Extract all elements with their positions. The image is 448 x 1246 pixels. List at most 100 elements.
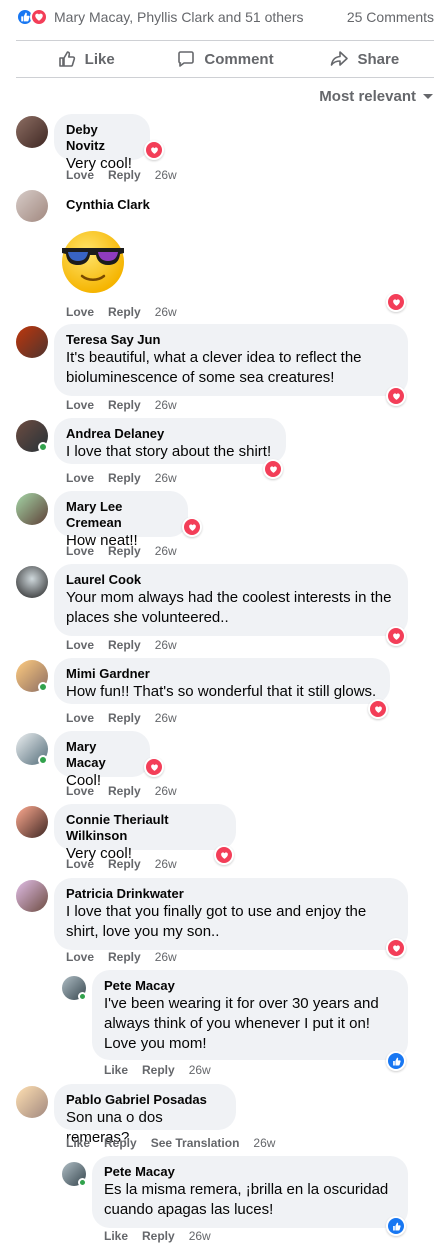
- comment-author[interactable]: Pete Macay: [104, 978, 396, 994]
- comment-author[interactable]: Mimi Gardner: [66, 666, 378, 682]
- comment-meta: Love Reply 26w: [66, 711, 177, 725]
- comment-time[interactable]: 26w: [253, 1136, 275, 1150]
- comment-meta: Love Reply 26w: [66, 950, 177, 964]
- comment-text-line: I've been wearing it for over 30 years a…: [104, 995, 379, 1012]
- comment-time[interactable]: 26w: [155, 168, 177, 182]
- avatar[interactable]: [16, 1086, 48, 1118]
- reply-link[interactable]: Reply: [108, 857, 141, 871]
- love-reaction-badge[interactable]: [144, 140, 164, 160]
- reaction-names[interactable]: Mary Macay, Phyllis Clark and 51 others: [54, 9, 347, 25]
- like-link[interactable]: Like: [104, 1229, 128, 1243]
- avatar[interactable]: [16, 880, 48, 912]
- like-link[interactable]: Like: [104, 1063, 128, 1077]
- love-reaction-badge[interactable]: [386, 626, 406, 646]
- comment-label: Comment: [204, 50, 274, 68]
- love-link[interactable]: Love: [66, 398, 94, 412]
- reply-link[interactable]: Reply: [108, 784, 141, 798]
- comment-meta: Love Reply 26w: [66, 471, 177, 485]
- reaction-icons: [16, 8, 48, 26]
- like-reaction-badge[interactable]: [386, 1051, 406, 1071]
- reply-link[interactable]: Reply: [142, 1063, 175, 1077]
- comment-button[interactable]: Comment: [155, 41, 294, 77]
- comment-bubble: Pete Macay Es la misma remera, ¡brilla e…: [92, 1156, 408, 1228]
- like-link[interactable]: Like: [66, 1136, 90, 1150]
- reply-link[interactable]: Reply: [108, 544, 141, 558]
- reply-link[interactable]: Reply: [142, 1229, 175, 1243]
- comment-time[interactable]: 26w: [155, 857, 177, 871]
- comment-bubble: Pablo Gabriel Posadas Son una o dos reme…: [54, 1084, 236, 1146]
- love-link[interactable]: Love: [66, 711, 94, 725]
- reply-link[interactable]: Reply: [108, 950, 141, 964]
- sort-label: Most relevant: [319, 88, 416, 105]
- comment-meta: Love Reply 26w: [66, 544, 177, 558]
- love-reaction-badge[interactable]: [144, 757, 164, 777]
- comment-time[interactable]: 26w: [155, 471, 177, 485]
- reply-link[interactable]: Reply: [108, 305, 141, 319]
- comment-author[interactable]: Connie Theriault Wilkinson: [66, 812, 224, 844]
- comments-count[interactable]: 25 Comments: [347, 9, 434, 25]
- comment-time[interactable]: 26w: [189, 1229, 211, 1243]
- comment-author[interactable]: Patricia Drinkwater: [66, 886, 396, 902]
- love-link[interactable]: Love: [66, 305, 94, 319]
- avatar[interactable]: [16, 116, 48, 148]
- reply-link[interactable]: Reply: [108, 638, 141, 652]
- love-reaction-badge[interactable]: [263, 459, 283, 479]
- love-link[interactable]: Love: [66, 857, 94, 871]
- see-translation-link[interactable]: See Translation: [151, 1136, 240, 1150]
- like-reaction-badge[interactable]: [386, 1216, 406, 1236]
- share-icon: [331, 51, 349, 66]
- reply-link[interactable]: Reply: [108, 398, 141, 412]
- comment-time[interactable]: 26w: [189, 1063, 211, 1077]
- comment-time[interactable]: 26w: [155, 305, 177, 319]
- love-link[interactable]: Love: [66, 950, 94, 964]
- comment-bubble: Patricia Drinkwater I love that you fina…: [54, 878, 408, 950]
- comment-meta: Like Reply See Translation 26w: [66, 1136, 275, 1150]
- avatar[interactable]: [16, 806, 48, 838]
- comment-meta: Love Reply 26w: [66, 784, 177, 798]
- reply-link[interactable]: Reply: [108, 471, 141, 485]
- love-link[interactable]: Love: [66, 784, 94, 798]
- comment-time[interactable]: 26w: [155, 950, 177, 964]
- avatar[interactable]: [16, 566, 48, 598]
- comment-time[interactable]: 26w: [155, 638, 177, 652]
- comment-author[interactable]: Laurel Cook: [66, 572, 396, 588]
- comment-author[interactable]: Deby Novitz: [66, 122, 138, 154]
- comment-author[interactable]: Andrea Delaney: [66, 426, 274, 442]
- comment-text-line: Es la misma remera, ¡brilla en la oscuri…: [104, 1181, 389, 1198]
- comment-author[interactable]: Mary Macay: [66, 739, 138, 771]
- comment-time[interactable]: 26w: [155, 711, 177, 725]
- love-link[interactable]: Love: [66, 168, 94, 182]
- avatar[interactable]: [16, 190, 48, 222]
- comment-time[interactable]: 26w: [155, 544, 177, 558]
- reactions-summary[interactable]: Mary Macay, Phyllis Clark and 51 others …: [16, 0, 434, 34]
- love-reaction-badge[interactable]: [368, 699, 388, 719]
- like-button[interactable]: Like: [16, 41, 155, 77]
- comment-author[interactable]: Cynthia Clark: [66, 197, 150, 213]
- comment-meta: Love Reply 26w: [66, 305, 177, 319]
- comment-time[interactable]: 26w: [155, 784, 177, 798]
- reply-link[interactable]: Reply: [104, 1136, 137, 1150]
- love-reaction-badge[interactable]: [182, 517, 202, 537]
- comment-author[interactable]: Teresa Say Jun: [66, 332, 396, 348]
- love-reaction-badge[interactable]: [386, 292, 406, 312]
- comment-author[interactable]: Pablo Gabriel Posadas: [66, 1092, 224, 1108]
- comment-text-line: bioluminescence of some sea creatures!: [66, 369, 335, 386]
- sort-dropdown[interactable]: Most relevant: [319, 88, 434, 105]
- avatar[interactable]: [16, 493, 48, 525]
- comment-time[interactable]: 26w: [155, 398, 177, 412]
- reply-link[interactable]: Reply: [108, 168, 141, 182]
- comment-text: I love that story about the shirt!: [66, 443, 272, 460]
- love-reaction-badge[interactable]: [386, 938, 406, 958]
- thumbs-up-icon: [392, 1222, 401, 1230]
- comment-author[interactable]: Pete Macay: [104, 1164, 396, 1180]
- love-reaction-badge[interactable]: [386, 386, 406, 406]
- share-button[interactable]: Share: [295, 41, 434, 77]
- comment-text-line: I love that you finally got to use and e…: [66, 903, 367, 920]
- avatar[interactable]: [16, 326, 48, 358]
- reply-link[interactable]: Reply: [108, 711, 141, 725]
- love-link[interactable]: Love: [66, 471, 94, 485]
- love-reaction-badge[interactable]: [214, 845, 234, 865]
- love-link[interactable]: Love: [66, 544, 94, 558]
- comment-author[interactable]: Mary Lee Cremean: [66, 499, 176, 531]
- love-link[interactable]: Love: [66, 638, 94, 652]
